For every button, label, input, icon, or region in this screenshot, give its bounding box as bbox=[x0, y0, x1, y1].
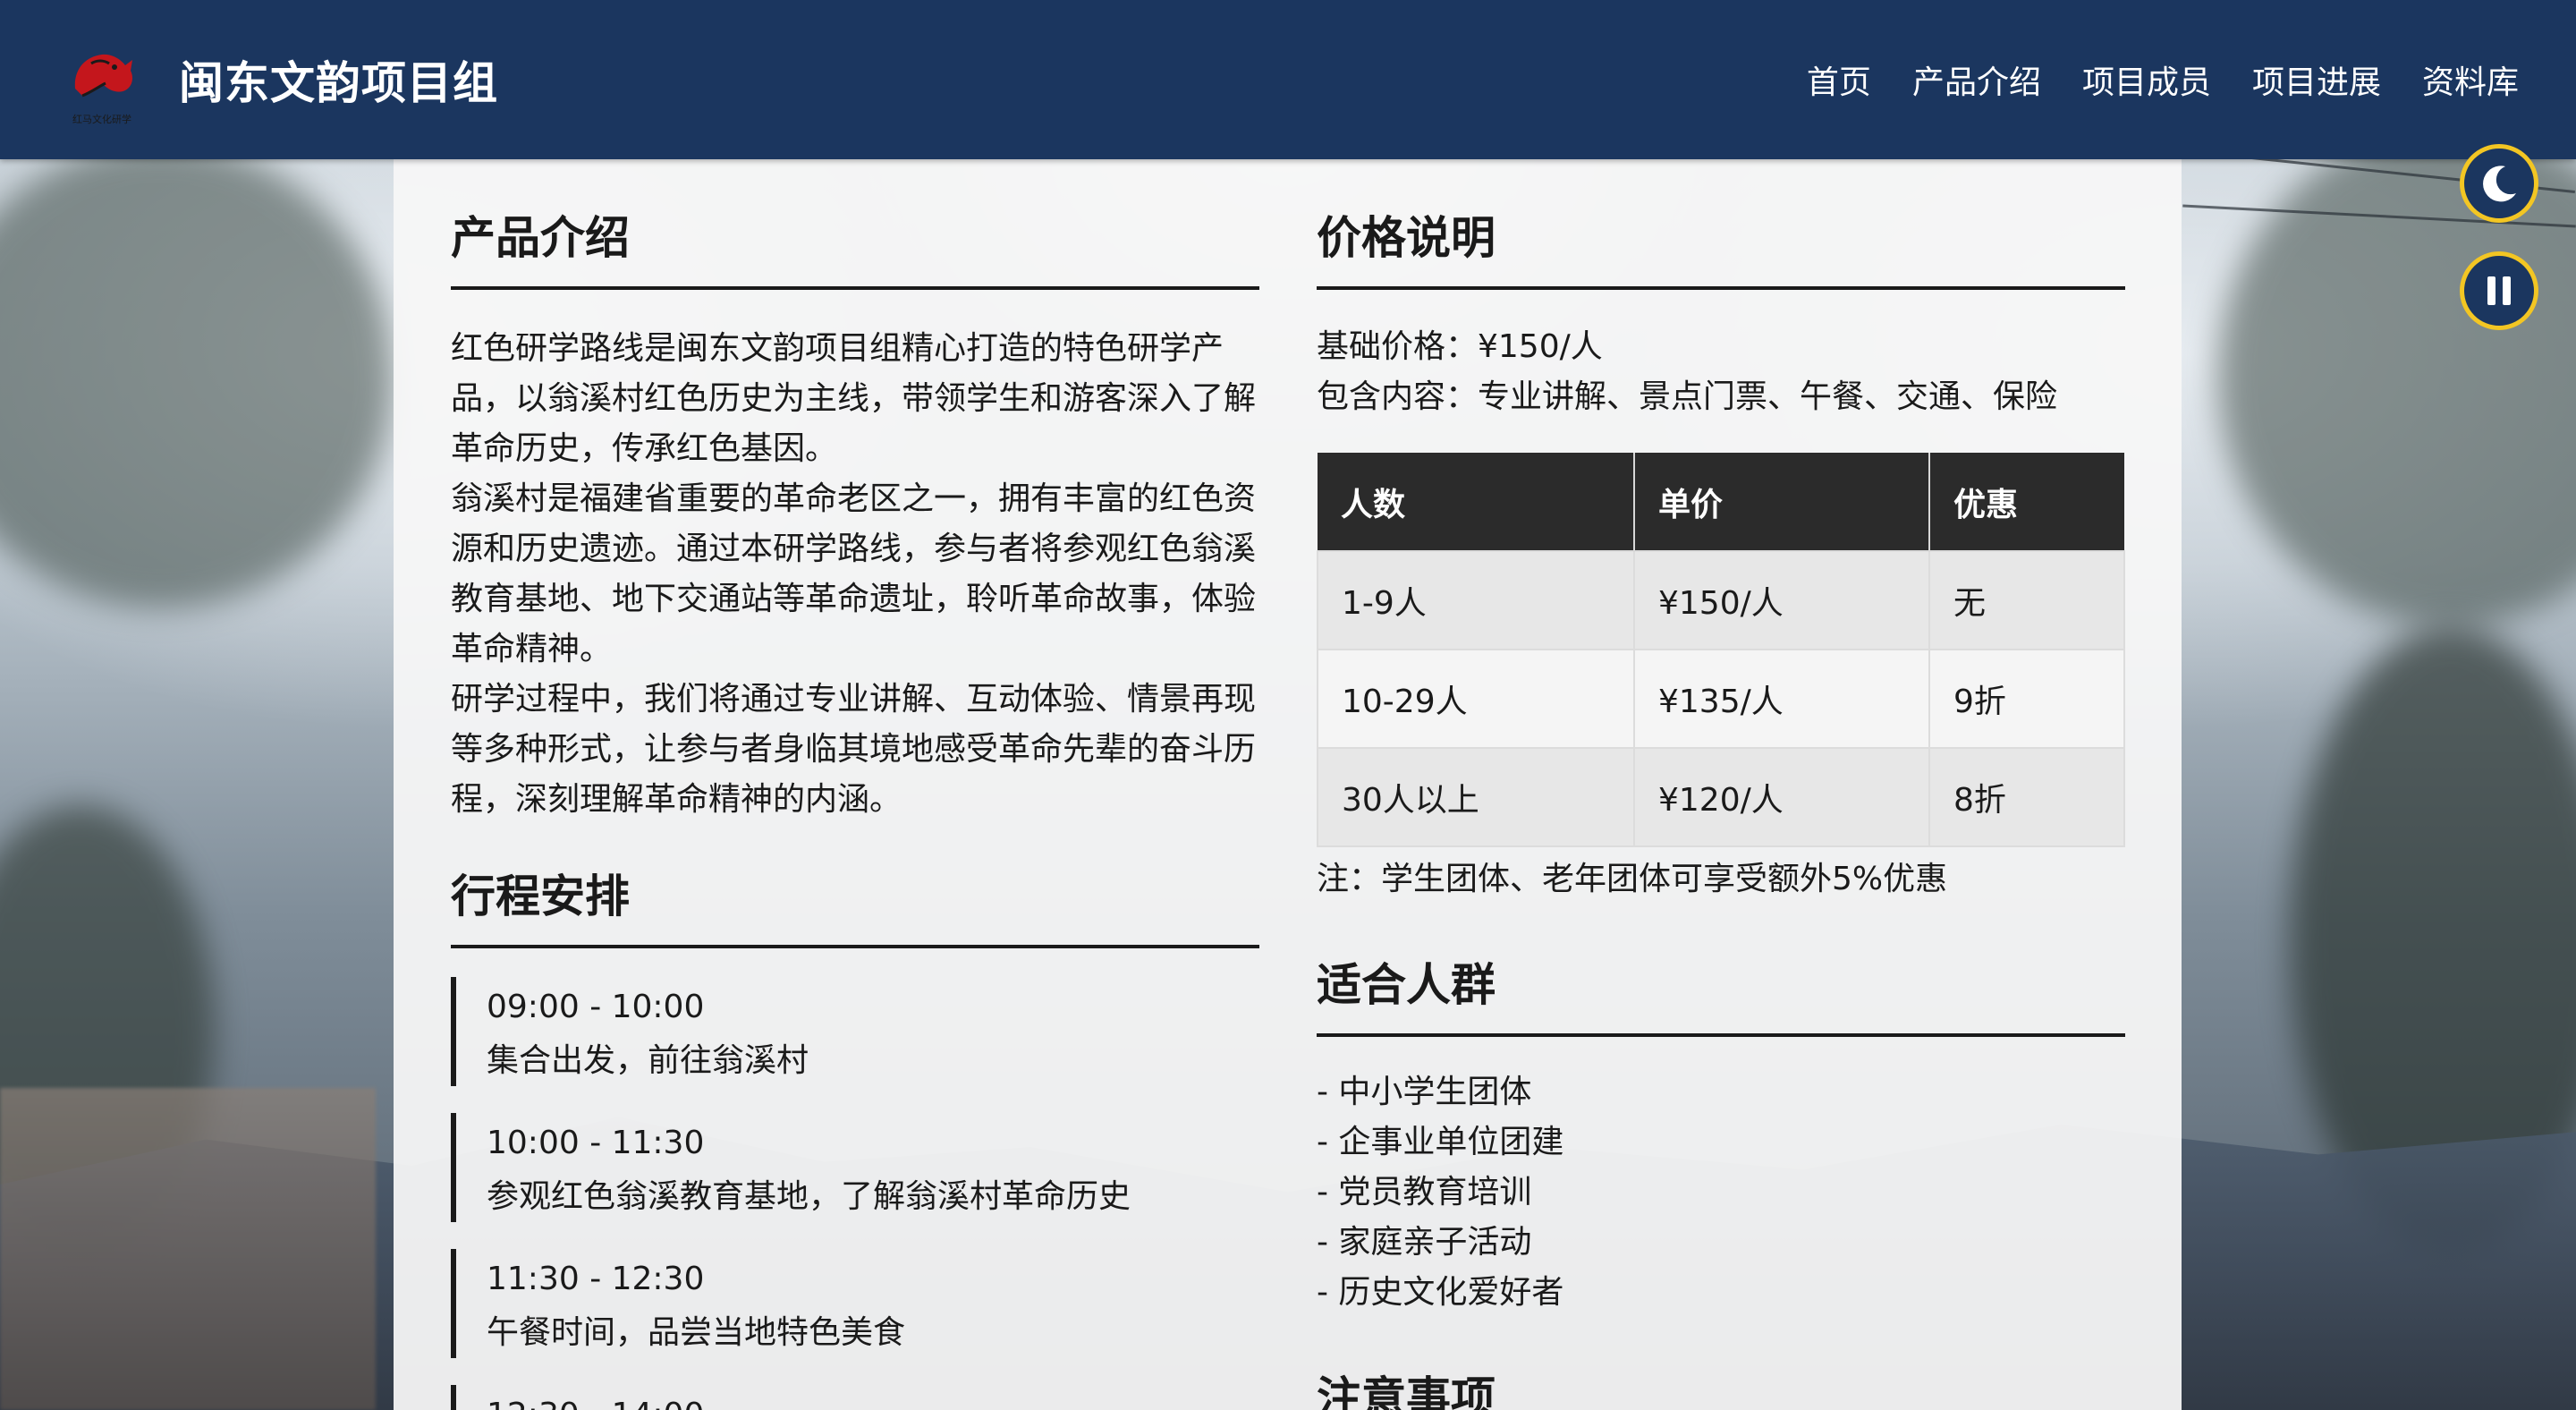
cell-group-size: 1-9人 bbox=[1317, 550, 1635, 650]
price-includes: 包含内容：专业讲解、景点门票、午餐、交通、保险 bbox=[1317, 378, 2058, 415]
schedule-time: 11:30 - 12:30 bbox=[487, 1261, 705, 1297]
cell-group-size: 30人以上 bbox=[1317, 747, 1635, 847]
moon-icon bbox=[2483, 166, 2516, 202]
brand: 红马文化研学 闽东文韵项目组 bbox=[55, 33, 498, 126]
nav-progress[interactable]: 项目进展 bbox=[2252, 56, 2381, 103]
intro-paragraph: 红色研学路线是闽东文韵项目组精心打造的特色研学产品，以翁溪村红色历史为主线，带领… bbox=[451, 330, 1257, 467]
schedule-desc: 集合出发，前往翁溪村 bbox=[487, 1042, 809, 1079]
schedule-item: 11:30 - 12:30 午餐时间，品尝当地特色美食 bbox=[451, 1249, 1259, 1358]
music-pause-button[interactable] bbox=[2460, 251, 2538, 330]
column-header-group-size: 人数 bbox=[1318, 453, 1635, 551]
section-title-notice: 注意事项 bbox=[1317, 1363, 2125, 1410]
left-column: 产品介绍 红色研学路线是闽东文韵项目组精心打造的特色研学产品，以翁溪村红色历史为… bbox=[451, 159, 1259, 1410]
schedule-desc: 参观红色翁溪教育基地，了解翁溪村革命历史 bbox=[487, 1178, 1131, 1215]
base-price: 基础价格：¥150/人 bbox=[1317, 328, 1603, 365]
right-column: 价格说明 基础价格：¥150/人 包含内容：专业讲解、景点门票、午餐、交通、保险… bbox=[1317, 159, 2125, 1410]
schedule-item: 10:00 - 11:30 参观红色翁溪教育基地，了解翁溪村革命历史 bbox=[451, 1113, 1259, 1222]
section-title-price: 价格说明 bbox=[1317, 202, 2125, 290]
price-note: 注：学生团体、老年团体可享受额外5%优惠 bbox=[1317, 861, 1948, 897]
price-table: 人数 单价 优惠 1-9人 ¥150/人 无 10-29人 ¥135/人 9折 … bbox=[1317, 453, 2125, 847]
horse-logo-icon[interactable]: 红马文化研学 bbox=[55, 33, 148, 126]
cell-discount: 无 bbox=[1928, 550, 2125, 650]
intro-paragraph: 研学过程中，我们将通过专业讲解、互动体验、情景再现等多种形式，让参与者身临其境地… bbox=[451, 681, 1257, 818]
nav-home[interactable]: 首页 bbox=[1807, 56, 1871, 103]
intro-text: 红色研学路线是闽东文韵项目组精心打造的特色研学产品，以翁溪村红色历史为主线，带领… bbox=[451, 324, 1259, 825]
price-summary: 基础价格：¥150/人 包含内容：专业讲解、景点门票、午餐、交通、保险 bbox=[1317, 322, 2125, 422]
list-item: - 家庭亲子活动 bbox=[1317, 1224, 1532, 1261]
table-row: 10-29人 ¥135/人 9折 bbox=[1317, 649, 2125, 749]
cell-unit-price: ¥135/人 bbox=[1633, 649, 1930, 749]
nav-library[interactable]: 资料库 bbox=[2422, 56, 2519, 103]
content-panel: 产品介绍 红色研学路线是闽东文韵项目组精心打造的特色研学产品，以翁溪村红色历史为… bbox=[394, 159, 2182, 1410]
nav-products[interactable]: 产品介绍 bbox=[1912, 56, 2041, 103]
section-title-audience: 适合人群 bbox=[1317, 949, 2125, 1037]
section-title-schedule: 行程安排 bbox=[451, 861, 1259, 948]
section-title-intro: 产品介绍 bbox=[451, 202, 1259, 290]
list-item: - 历史文化爱好者 bbox=[1317, 1274, 1564, 1311]
logo-caption: 红马文化研学 bbox=[72, 114, 131, 125]
schedule-time: 10:00 - 11:30 bbox=[487, 1125, 705, 1161]
pause-icon bbox=[2487, 276, 2511, 305]
main-nav: 首页 产品介绍 项目成员 项目进展 资料库 bbox=[1807, 56, 2519, 103]
list-item: - 党员教育培训 bbox=[1317, 1174, 1532, 1210]
list-item: - 中小学生团体 bbox=[1317, 1074, 1532, 1110]
theme-toggle-button[interactable] bbox=[2460, 144, 2538, 223]
cell-group-size: 10-29人 bbox=[1317, 649, 1635, 749]
schedule-desc: 午餐时间，品尝当地特色美食 bbox=[487, 1314, 906, 1351]
nav-members[interactable]: 项目成员 bbox=[2082, 56, 2211, 103]
schedule-item: 09:00 - 10:00 集合出发，前往翁溪村 bbox=[451, 977, 1259, 1086]
schedule-timeline: 09:00 - 10:00 集合出发，前往翁溪村 10:00 - 11:30 参… bbox=[451, 977, 1259, 1410]
column-header-discount: 优惠 bbox=[1929, 453, 2124, 551]
table-row: 30人以上 ¥120/人 8折 bbox=[1317, 747, 2125, 847]
cell-discount: 9折 bbox=[1928, 649, 2125, 749]
intro-paragraph: 翁溪村是福建省重要的革命老区之一，拥有丰富的红色资源和历史遗迹。通过本研学路线，… bbox=[451, 480, 1257, 667]
table-row: 1-9人 ¥150/人 无 bbox=[1317, 550, 2125, 650]
site-title[interactable]: 闽东文韵项目组 bbox=[179, 47, 498, 112]
table-header-row: 人数 单价 优惠 bbox=[1318, 453, 2124, 551]
schedule-time: 09:00 - 10:00 bbox=[487, 989, 705, 1025]
cell-unit-price: ¥120/人 bbox=[1633, 747, 1930, 847]
list-item: - 企事业单位团建 bbox=[1317, 1124, 1564, 1160]
column-header-unit-price: 单价 bbox=[1634, 453, 1930, 551]
schedule-time: 12:30 - 14:00 bbox=[487, 1385, 1259, 1410]
top-navbar: 红马文化研学 闽东文韵项目组 首页 产品介绍 项目成员 项目进展 资料库 bbox=[0, 0, 2576, 159]
schedule-item: 12:30 - 14:00 bbox=[451, 1385, 1259, 1410]
cell-unit-price: ¥150/人 bbox=[1633, 550, 1930, 650]
audience-list: - 中小学生团体 - 企事业单位团建 - 党员教育培训 - 家庭亲子活动 - 历… bbox=[1317, 1067, 2125, 1318]
cell-discount: 8折 bbox=[1928, 747, 2125, 847]
